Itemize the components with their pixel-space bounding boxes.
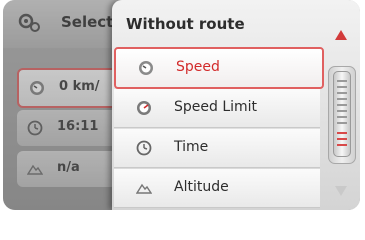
clock-icon (136, 140, 152, 156)
menu-item-label: Time (174, 139, 209, 155)
menu-item-speed[interactable]: Speed (114, 47, 324, 89)
menu-item-label: Altitude (174, 179, 229, 195)
popup-title: Without route (126, 15, 245, 33)
menu-item-altitude[interactable]: Altitude (114, 169, 320, 208)
menu-item-label: Speed Limit (174, 99, 258, 115)
arrow-up-icon[interactable] (333, 28, 349, 42)
scroll-track[interactable] (328, 66, 356, 164)
scroll-thumb[interactable] (333, 71, 351, 157)
speedometer-icon (139, 61, 153, 75)
arrow-down-icon[interactable] (333, 184, 349, 198)
display-options-popup: Without route Speed Speed Limit Time Alt… (112, 0, 360, 210)
menu-item-time[interactable]: Time (114, 129, 320, 168)
menu-item-speed-limit[interactable]: Speed Limit (114, 89, 320, 128)
menu-item-label: Speed (176, 59, 220, 75)
speed-limit-icon (137, 101, 151, 115)
scrollbar[interactable] (326, 8, 356, 204)
device-screen: Select 0 km/ 16:11 n/a Without route Spe… (3, 0, 360, 210)
mountain-icon (136, 183, 152, 194)
